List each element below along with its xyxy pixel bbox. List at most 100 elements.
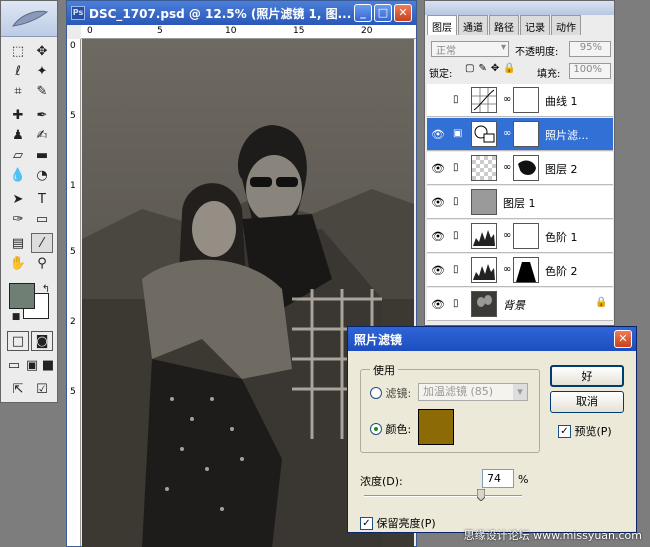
blend-mode-select[interactable]: 正常 ▾ xyxy=(431,41,509,57)
layer-row-curves[interactable]: ▯ ∞ 曲线 1 xyxy=(427,84,613,117)
photo-filter-adjustment-icon xyxy=(471,121,497,147)
preview-row[interactable]: ✓ 预览(P) xyxy=(558,423,612,439)
filter-radio-row[interactable]: 滤镜: xyxy=(370,385,411,401)
levels-adjustment-icon xyxy=(471,257,497,283)
fill-value: 100% xyxy=(573,64,602,75)
lasso-tool-icon[interactable]: ℓ xyxy=(7,61,29,81)
screen-mode-full-icon[interactable]: ■ xyxy=(39,355,57,375)
zoom-tool-icon[interactable]: ⚲ xyxy=(31,253,53,273)
ruler-h-label: 5 xyxy=(157,26,163,36)
toolbox-header xyxy=(1,1,57,37)
color-radio[interactable] xyxy=(370,423,382,435)
dialog-close-button[interactable]: ✕ xyxy=(614,330,632,348)
eye-icon[interactable]: 👁 xyxy=(431,128,445,141)
layer-row-background[interactable]: 👁 ▯ 背景 🔒 xyxy=(427,288,613,321)
tab-channels[interactable]: 通道 xyxy=(458,15,488,35)
layers-panel: 图层 通道 路径 记录 动作 正常 ▾ 不透明度: 95% 锁定: ▢✎✥🔒 填… xyxy=(424,0,615,326)
density-input[interactable]: 74 xyxy=(482,469,514,488)
path-selection-icon[interactable]: ➤ xyxy=(7,189,29,209)
foreground-color-swatch[interactable] xyxy=(9,283,35,309)
layer-row-photo-filter[interactable]: 👁 ▣ ∞ 照片滤... xyxy=(427,118,613,151)
swap-colors-icon[interactable]: ↰ xyxy=(35,279,57,299)
layer-row-layer2[interactable]: 👁 ▯ ∞ 图层 2 xyxy=(427,152,613,185)
dialog-titlebar[interactable]: 照片滤镜 ✕ xyxy=(348,327,636,351)
preview-checkbox[interactable]: ✓ xyxy=(558,424,571,438)
tab-paths[interactable]: 路径 xyxy=(489,15,519,35)
ok-button[interactable]: 好 xyxy=(550,365,624,387)
check-icon[interactable]: ☑ xyxy=(31,379,53,399)
tab-history[interactable]: 记录 xyxy=(520,15,550,35)
filter-radio[interactable] xyxy=(370,387,382,399)
pen-tool-icon[interactable]: ✑ xyxy=(7,209,29,229)
tab-layers[interactable]: 图层 xyxy=(427,15,457,35)
preserve-luminosity-row[interactable]: ✓ 保留亮度(P) xyxy=(360,515,436,531)
crop-tool-icon[interactable]: ⌗ xyxy=(7,81,29,101)
opacity-value: 95% xyxy=(579,42,602,53)
healing-brush-icon[interactable]: ✚ xyxy=(7,105,29,125)
ruler-h-label: 20 xyxy=(361,26,373,36)
ruler-h-label: 0 xyxy=(87,26,93,36)
opacity-label: 不透明度: xyxy=(515,47,559,58)
dodge-tool-icon[interactable]: ◔ xyxy=(31,165,53,185)
tab-actions[interactable]: 动作 xyxy=(551,15,581,35)
density-unit: % xyxy=(518,473,529,486)
opacity-field[interactable]: 95% xyxy=(569,41,611,57)
lock-icons[interactable]: ▢✎✥🔒 xyxy=(465,63,520,74)
lock-label: 锁定: xyxy=(429,69,453,80)
move-tool-icon[interactable]: ✥ xyxy=(31,41,53,61)
standard-mode-icon[interactable]: □ xyxy=(7,331,29,351)
quick-mask-icon[interactable]: ◙ xyxy=(31,331,53,351)
eye-icon[interactable]: 👁 xyxy=(431,264,445,277)
gradient-tool-icon[interactable]: ▬ xyxy=(31,145,53,165)
slice-tool-icon[interactable]: ✎ xyxy=(31,81,53,101)
marquee-tool-icon[interactable]: ⬚ xyxy=(7,41,29,61)
density-slider-thumb[interactable] xyxy=(476,488,486,502)
filter-select[interactable]: 加温滤镜 (85) ▾ xyxy=(418,383,528,401)
filter-color-swatch[interactable] xyxy=(418,409,454,445)
eye-icon[interactable]: 👁 xyxy=(431,298,445,311)
shape-tool-icon[interactable]: ▭ xyxy=(31,209,53,229)
color-radio-row[interactable]: 颜色: xyxy=(370,421,411,437)
fill-field[interactable]: 100% xyxy=(569,63,611,79)
document-titlebar[interactable]: Ps DSC_1707.psd @ 12.5% (照片滤镜 1, 图... _ … xyxy=(67,1,416,25)
brush-tool-icon[interactable]: ✒ xyxy=(31,105,53,125)
layer-mask-thumb xyxy=(513,87,539,113)
close-button[interactable]: ✕ xyxy=(394,4,412,22)
feather-icon xyxy=(11,10,49,27)
type-tool-icon[interactable]: T xyxy=(31,189,53,209)
jump-to-imageready-icon[interactable]: ⇱ xyxy=(7,379,29,399)
eye-icon[interactable]: 👁 xyxy=(431,196,445,209)
maximize-button[interactable]: □ xyxy=(374,4,392,22)
layer-mask-thumb xyxy=(513,257,539,283)
cancel-button[interactable]: 取消 xyxy=(550,391,624,413)
document-title: DSC_1707.psd @ 12.5% (照片滤镜 1, 图... xyxy=(89,6,352,21)
density-slider[interactable] xyxy=(364,495,522,497)
layer-row-layer1[interactable]: 👁 ▯ 图层 1 xyxy=(427,186,613,219)
default-colors-icon[interactable]: ■ xyxy=(5,307,27,327)
layers-panel-tabs: 图层 通道 路径 记录 动作 xyxy=(427,15,612,35)
preserve-luminosity-checkbox[interactable]: ✓ xyxy=(360,516,373,530)
filter-select-value: 加温滤镜 (85) xyxy=(423,385,494,398)
eraser-tool-icon[interactable]: ▱ xyxy=(7,145,29,165)
clone-stamp-icon[interactable]: ♟ xyxy=(7,125,29,145)
layers-panel-header[interactable] xyxy=(425,1,614,15)
link-icon: ▯ xyxy=(453,196,459,207)
ruler-v-label: 5 xyxy=(70,387,76,397)
notes-tool-icon[interactable]: ▤ xyxy=(7,233,29,253)
layer-mask-thumb xyxy=(513,121,539,147)
mask-link-icon: ∞ xyxy=(503,128,512,139)
hand-tool-icon[interactable]: ✋ xyxy=(7,253,29,273)
preserve-luminosity-label: 保留亮度(P) xyxy=(376,517,436,530)
blur-tool-icon[interactable]: 💧 xyxy=(7,165,29,185)
magic-wand-icon[interactable]: ✦ xyxy=(31,61,53,81)
layer-row-levels2[interactable]: 👁 ▯ ∞ 色阶 2 xyxy=(427,254,613,287)
eye-icon[interactable]: 👁 xyxy=(431,230,445,243)
eyedropper-tool-icon[interactable]: ⁄ xyxy=(31,233,53,253)
eye-icon[interactable]: 👁 xyxy=(431,162,445,175)
ruler-h-label: 15 xyxy=(293,26,305,36)
layer-row-levels1[interactable]: 👁 ▯ ∞ 色阶 1 xyxy=(427,220,613,253)
filter-label: 滤镜: xyxy=(385,387,412,400)
history-brush-icon[interactable]: ✍ xyxy=(31,125,53,145)
visibility-toggle[interactable] xyxy=(431,94,445,106)
minimize-button[interactable]: _ xyxy=(354,4,372,22)
